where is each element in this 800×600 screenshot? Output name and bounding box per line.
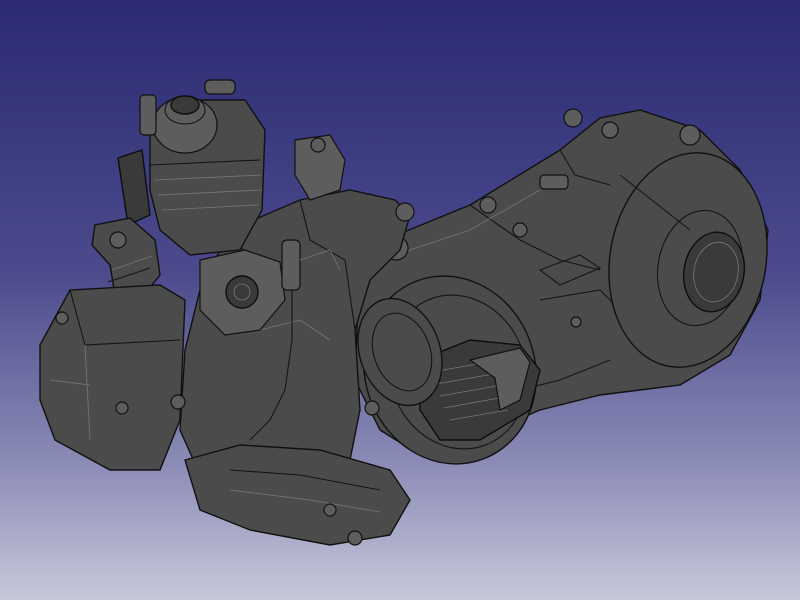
side-cover-block	[39, 284, 186, 471]
cad-3d-viewport[interactable]	[0, 0, 800, 600]
engine-3d-model[interactable]	[0, 0, 800, 600]
oil-sump	[184, 444, 411, 546]
